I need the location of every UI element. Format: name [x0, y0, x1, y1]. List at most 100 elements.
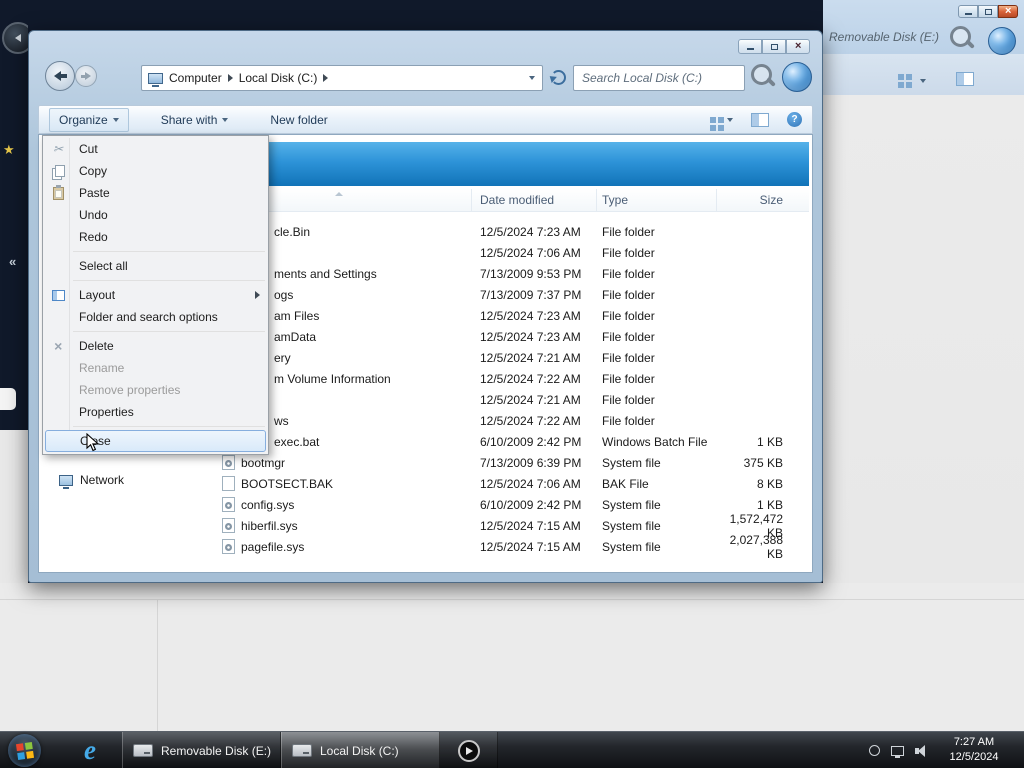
column-header-date-modified[interactable]: Date modified: [472, 189, 597, 211]
back-button-partial[interactable]: [2, 22, 28, 54]
preview-pane-button[interactable]: [751, 112, 769, 127]
forward-button[interactable]: [75, 65, 97, 87]
file-name: hiberfil.sys: [241, 518, 298, 533]
taskbar-buttons: Removable Disk (E:) Local Disk (C:): [122, 732, 498, 768]
menu-separator: [73, 251, 265, 252]
breadcrumb-item-drive[interactable]: Local Disk (C:): [239, 71, 318, 85]
menu-item-cut[interactable]: Cut: [43, 138, 268, 160]
menu-item-close[interactable]: Close: [45, 430, 266, 452]
file-date: 12/5/2024 7:06 AM: [480, 476, 581, 491]
file-name: ws: [274, 413, 289, 428]
search-magnifier-icon[interactable]: [751, 64, 777, 90]
delete-icon: [54, 338, 62, 354]
breadcrumb-separator-icon[interactable]: [227, 74, 233, 82]
chevron-down-icon: [112, 117, 119, 122]
new-folder-button[interactable]: New folder: [260, 108, 337, 132]
file-date: 12/5/2024 7:21 AM: [480, 350, 581, 365]
views-dropdown-icon[interactable]: [920, 79, 926, 83]
background-search-text[interactable]: Removable Disk (E:): [829, 30, 939, 44]
tray-network-icon[interactable]: [891, 745, 904, 758]
edge-tab-handle[interactable]: [0, 388, 16, 410]
views-button[interactable]: [710, 116, 733, 123]
share-with-button[interactable]: Share with: [151, 108, 239, 132]
menu-separator: [73, 426, 265, 427]
file-row[interactable]: bootmgr 7/13/2009 6:39 PM System file 375 K…: [152, 452, 809, 473]
explorer-window: × Computer Local Disk (C:) Search Local …: [28, 30, 823, 583]
file-type: System file: [602, 518, 661, 533]
internet-explorer-icon[interactable]: [74, 734, 106, 766]
menu-item-folder-options[interactable]: Folder and search options: [43, 306, 268, 328]
search-box[interactable]: Search Local Disk (C:): [573, 65, 745, 91]
file-name: m Volume Information: [274, 371, 391, 386]
menu-item-rename[interactable]: Rename: [43, 357, 268, 379]
menu-item-layout[interactable]: Layout: [43, 284, 268, 306]
menu-item-undo[interactable]: Undo: [43, 204, 268, 226]
breadcrumb-item-computer[interactable]: Computer: [169, 71, 222, 85]
organize-button[interactable]: Organize: [49, 107, 129, 132]
menu-item-properties[interactable]: Properties: [43, 401, 268, 423]
organize-label: Organize: [59, 112, 108, 127]
close-icon: ×: [794, 40, 802, 52]
file-size: 2,027,388 KB: [729, 532, 783, 561]
menu-item-paste[interactable]: Paste: [43, 182, 268, 204]
caption-buttons: ×: [738, 39, 810, 54]
file-size: 375 KB: [743, 455, 783, 470]
menu-separator: [73, 280, 265, 281]
tray-volume-icon[interactable]: [915, 744, 928, 757]
menu-item-copy[interactable]: Copy: [43, 160, 268, 182]
file-type: File folder: [602, 392, 655, 407]
taskbar-button-media-player[interactable]: [440, 732, 498, 768]
new-folder-label: New folder: [270, 112, 328, 127]
back-button[interactable]: [45, 61, 75, 91]
file-date: 12/5/2024 7:23 AM: [480, 308, 581, 323]
search-magnifier-icon[interactable]: [950, 26, 976, 52]
views-icon[interactable]: [898, 74, 904, 80]
help-icon[interactable]: [787, 112, 802, 127]
taskbar-clock[interactable]: 7:27 AM 12/5/2024: [930, 735, 1018, 765]
file-row[interactable]: config.sys 6/10/2009 2:42 PM System file 1 …: [152, 494, 809, 515]
file-date: 7/13/2009 9:53 PM: [480, 266, 582, 281]
column-header-type[interactable]: Type: [597, 189, 717, 211]
taskbar-button-local-disk[interactable]: Local Disk (C:): [281, 732, 440, 768]
file-type: File folder: [602, 350, 655, 365]
file-row[interactable]: hiberfil.sys 12/5/2024 7:15 AM System file…: [152, 512, 809, 540]
close-button[interactable]: ×: [786, 39, 810, 54]
column-header-size[interactable]: Size: [717, 189, 809, 211]
menu-item-select-all[interactable]: Select all: [43, 255, 268, 277]
tray-status-icon[interactable]: [869, 745, 880, 756]
file-row[interactable]: BOOTSECT.BAK 12/5/2024 7:06 AM BAK File 8 K…: [152, 473, 809, 494]
menu-item-redo[interactable]: Redo: [43, 226, 268, 248]
back-arrow-icon: [53, 71, 67, 81]
breadcrumb-separator-icon[interactable]: [323, 74, 329, 82]
menu-item-remove-properties[interactable]: Remove properties: [43, 379, 268, 401]
clock-time: 7:27 AM: [953, 736, 995, 748]
collapse-chevrons-icon[interactable]: [9, 254, 16, 269]
address-dropdown-icon[interactable]: [529, 76, 535, 80]
maximize-button[interactable]: [762, 39, 786, 54]
file-date: 12/5/2024 7:06 AM: [480, 245, 581, 260]
globe-sphere-icon[interactable]: [988, 27, 1016, 55]
start-button[interactable]: [8, 734, 41, 767]
minimize-button[interactable]: [958, 5, 978, 18]
sidebar-item-network[interactable]: Network: [59, 473, 124, 489]
close-button[interactable]: ×: [998, 5, 1018, 18]
file-type: File folder: [602, 371, 655, 386]
file-name: exec.bat: [274, 434, 320, 449]
share-with-label: Share with: [160, 112, 218, 127]
minimize-button[interactable]: [738, 39, 762, 54]
search-placeholder: Search Local Disk (C:): [582, 71, 703, 85]
refresh-icon[interactable]: [551, 70, 566, 85]
globe-sphere-icon[interactable]: [782, 62, 812, 92]
windows-logo-icon: [15, 741, 34, 760]
address-breadcrumb[interactable]: Computer Local Disk (C:): [141, 65, 543, 91]
menu-item-delete[interactable]: Delete: [43, 335, 268, 357]
taskbar-button-removable-disk[interactable]: Removable Disk (E:): [122, 732, 281, 768]
file-row[interactable]: pagefile.sys 12/5/2024 7:15 AM System file…: [152, 533, 809, 561]
file-date: 7/13/2009 6:39 PM: [480, 455, 582, 470]
chevron-down-icon: [727, 117, 733, 122]
clock-date: 12/5/2024: [949, 751, 999, 763]
maximize-icon: [984, 8, 992, 15]
preview-pane-icon[interactable]: [956, 72, 974, 86]
favorites-star-icon[interactable]: [3, 142, 15, 158]
maximize-button[interactable]: [978, 5, 998, 18]
